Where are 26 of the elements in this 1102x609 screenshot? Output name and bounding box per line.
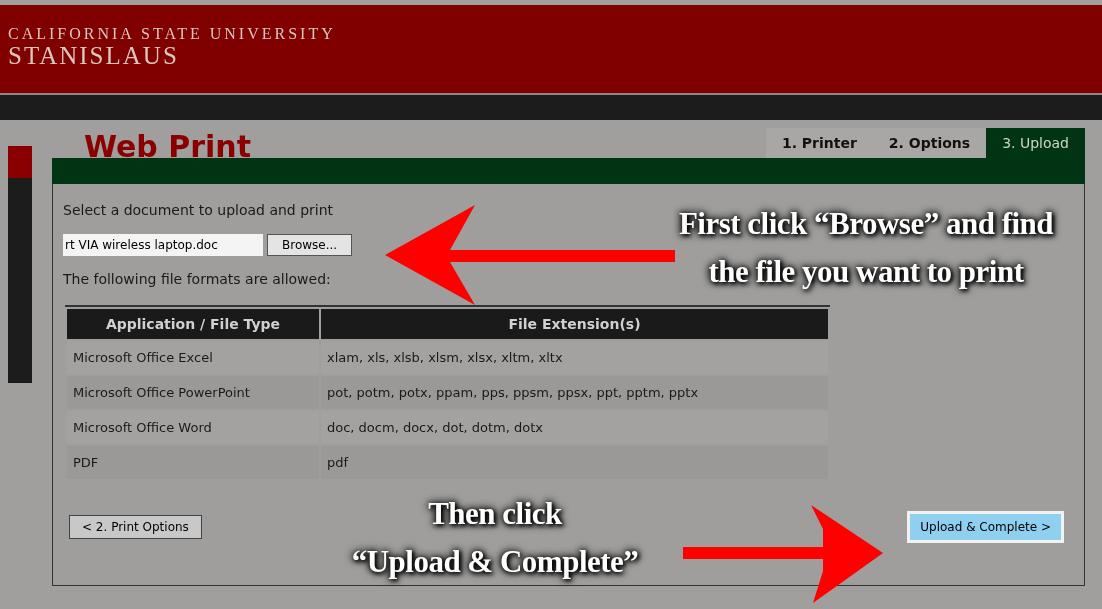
step-tab[interactable]: 1. Printer [765,128,873,158]
table-cell: doc, docm, docx, dot, dotm, dotx [321,411,828,444]
back-button[interactable]: < 2. Print Options [69,515,202,539]
table-cell: pdf [321,446,828,479]
formats-text: The following file formats are allowed: [63,271,331,287]
table-cell: xlam, xls, xlsb, xlsm, xlsx, xltm, xltx [321,341,828,374]
file-field[interactable]: rt VIA wireless laptop.doc [63,234,263,256]
column-header: Application / File Type [67,309,319,339]
upload-button[interactable]: Upload & Complete > [907,511,1064,543]
arrow-icon [683,505,883,603]
table-cell: Microsoft Office Excel [67,341,319,374]
column-header: File Extension(s) [321,309,828,339]
table-cell: PDF [67,446,319,479]
instruction-text: Select a document to upload and print [63,202,334,218]
table-cell: pot, potm, potx, ppam, pps, ppsm, ppsx, ppt, pptm, pptx [321,376,828,409]
page-title: Web Print [84,132,252,162]
table-cell: Microsoft Office Word [67,411,319,444]
arrow-icon [385,205,675,305]
campus-name: STANISLAUS [8,43,180,69]
browse-button[interactable]: Browse... [267,234,353,256]
annotation-text: Then click “Upload & Complete” [350,495,640,581]
annotation-text: First click “Browse” and find the file you want to print [677,205,1055,291]
university-name: CALIFORNIA STATE UNIVERSITY [8,25,337,43]
table-cell: Microsoft Office PowerPoint [67,376,319,409]
step-tab[interactable]: 3. Upload [986,128,1085,158]
step-tab[interactable]: 2. Options [872,128,987,158]
